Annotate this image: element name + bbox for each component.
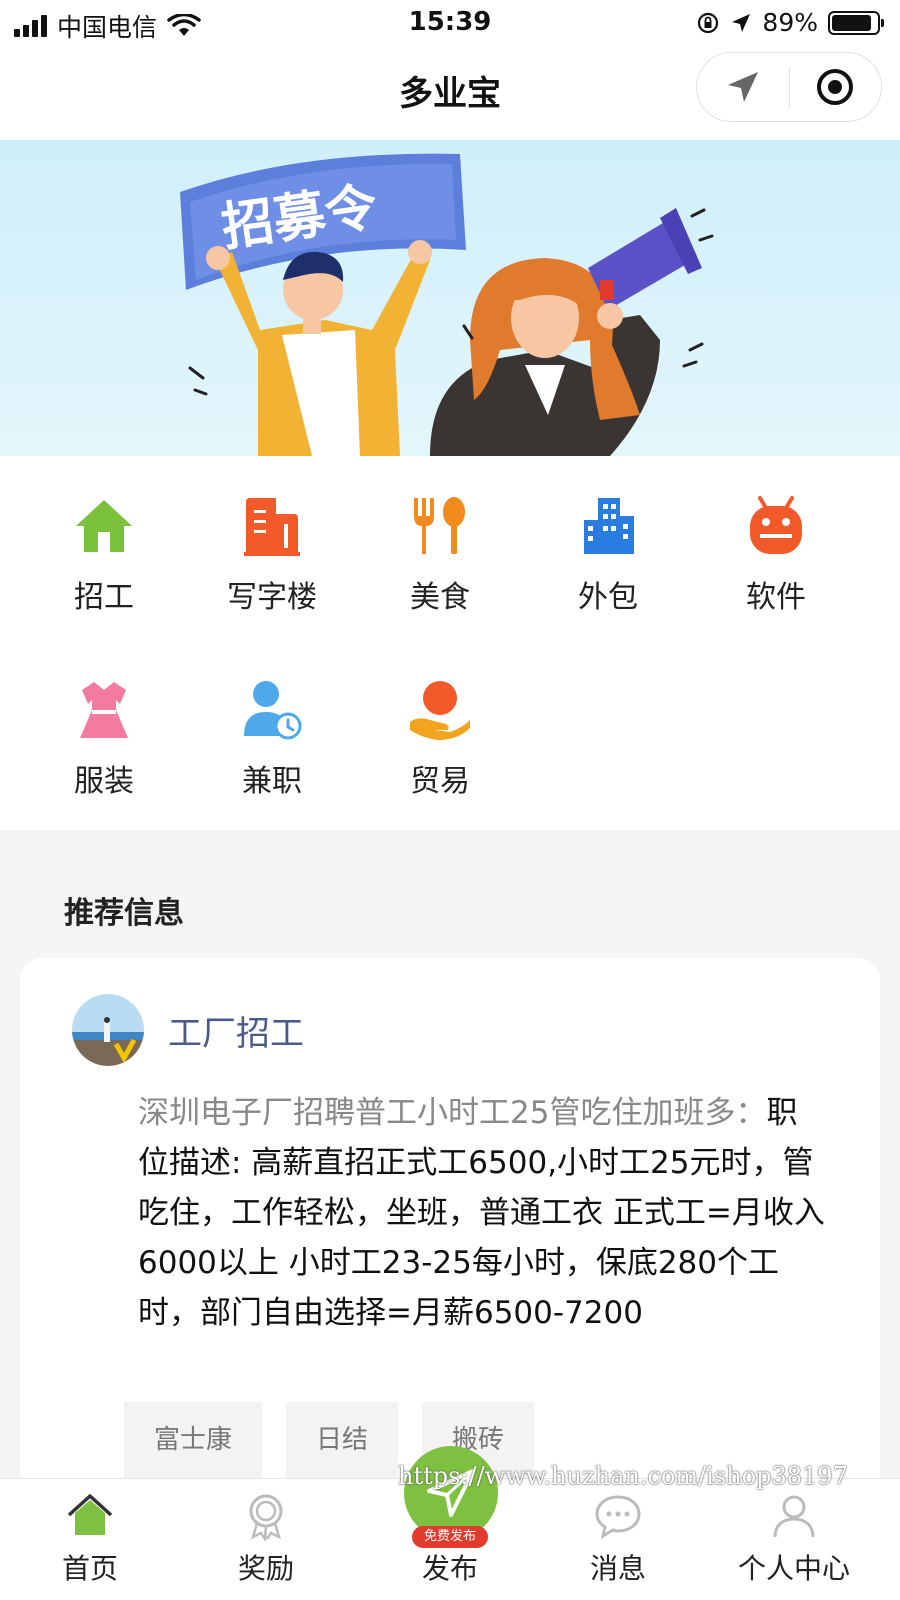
medal-icon bbox=[249, 1494, 283, 1541]
location-button[interactable] bbox=[697, 53, 789, 121]
home-icon bbox=[67, 1494, 113, 1535]
job-description: 深圳电子厂招聘普工小时工25管吃住加班多：职位描述: 高薪直招正式工6500,小… bbox=[138, 1088, 828, 1338]
tab-home[interactable]: 首页 bbox=[0, 1479, 180, 1600]
category-label: 服装 bbox=[74, 764, 134, 799]
rotation-lock-icon bbox=[698, 12, 719, 33]
city-building-icon bbox=[584, 498, 634, 554]
category-trade[interactable]: 贸易 bbox=[354, 640, 526, 799]
avatar-photo bbox=[72, 994, 144, 1066]
fork-spoon-icon bbox=[414, 497, 465, 554]
tab-profile[interactable]: 个人中心 bbox=[704, 1479, 884, 1600]
nav-bar: 多业宝 bbox=[0, 44, 900, 140]
android-robot-icon bbox=[750, 496, 802, 554]
category-grid: 招工 写字楼 美食 外包 软件 服装 兼职 贸易 bbox=[0, 456, 900, 830]
category-office[interactable]: 写字楼 bbox=[186, 456, 358, 615]
dress-icon bbox=[80, 682, 128, 738]
category-zhaogong[interactable]: 招工 bbox=[18, 456, 190, 615]
category-outsource[interactable]: 外包 bbox=[522, 456, 694, 615]
target-circle-icon bbox=[817, 69, 854, 105]
category-label: 外包 bbox=[578, 580, 638, 615]
tab-messages[interactable]: 消息 bbox=[528, 1479, 708, 1600]
status-right: 89% bbox=[696, 8, 884, 37]
category-parttime[interactable]: 兼职 bbox=[186, 640, 358, 799]
job-card[interactable]: 工厂招工 深圳电子厂招聘普工小时工25管吃住加班多：职位描述: 高薪直招正式工6… bbox=[20, 958, 880, 1518]
category-label: 兼职 bbox=[242, 764, 302, 799]
status-bar: 中国电信 15:39 89% bbox=[0, 0, 900, 44]
location-arrow-icon bbox=[732, 13, 751, 32]
battery-fill bbox=[832, 14, 872, 31]
tab-label: 个人中心 bbox=[737, 1552, 850, 1585]
category-software[interactable]: 软件 bbox=[690, 456, 862, 615]
chat-bubble-icon bbox=[595, 1495, 641, 1540]
recruit-illustration: 招募令 bbox=[180, 153, 714, 456]
card-category: 工厂招工 bbox=[168, 1014, 304, 1054]
category-clothing[interactable]: 服装 bbox=[18, 640, 190, 799]
watermark-text: https://www.huzhan.com/ishop38197 bbox=[398, 1462, 848, 1490]
office-building-icon bbox=[244, 498, 300, 556]
tag[interactable]: 日结 bbox=[286, 1402, 399, 1478]
tag[interactable]: 富士康 bbox=[124, 1402, 263, 1478]
miniprogram-capsule bbox=[696, 52, 882, 122]
category-label: 贸易 bbox=[410, 764, 470, 799]
battery-icon bbox=[828, 10, 884, 35]
category-label: 软件 bbox=[746, 580, 806, 615]
recruit-banner[interactable]: 招募令 bbox=[0, 140, 900, 456]
free-publish-badge: 免费发布 bbox=[412, 1526, 488, 1548]
tab-label: 发布 bbox=[421, 1552, 478, 1585]
navigation-arrow-icon bbox=[727, 72, 758, 102]
close-button[interactable] bbox=[790, 53, 882, 121]
person-icon bbox=[773, 1495, 815, 1538]
woman-figure bbox=[430, 208, 702, 456]
category-food[interactable]: 美食 bbox=[354, 456, 526, 615]
hand-coin-icon bbox=[410, 681, 470, 740]
tab-label: 首页 bbox=[61, 1552, 118, 1585]
user-clock-icon bbox=[244, 681, 302, 740]
battery-percent: 89% bbox=[762, 8, 818, 37]
tab-label: 消息 bbox=[589, 1552, 646, 1585]
job-headline: 深圳电子厂招聘普工小时工25管吃住加班多： bbox=[138, 1095, 767, 1131]
recommend-title: 推荐信息 bbox=[64, 896, 184, 931]
avatar[interactable] bbox=[72, 994, 144, 1066]
tab-rewards[interactable]: 奖励 bbox=[176, 1479, 356, 1600]
category-label: 美食 bbox=[410, 580, 470, 615]
category-label: 招工 bbox=[74, 580, 134, 615]
house-icon bbox=[76, 500, 132, 552]
category-label: 写字楼 bbox=[227, 580, 317, 615]
tab-label: 奖励 bbox=[237, 1552, 294, 1585]
